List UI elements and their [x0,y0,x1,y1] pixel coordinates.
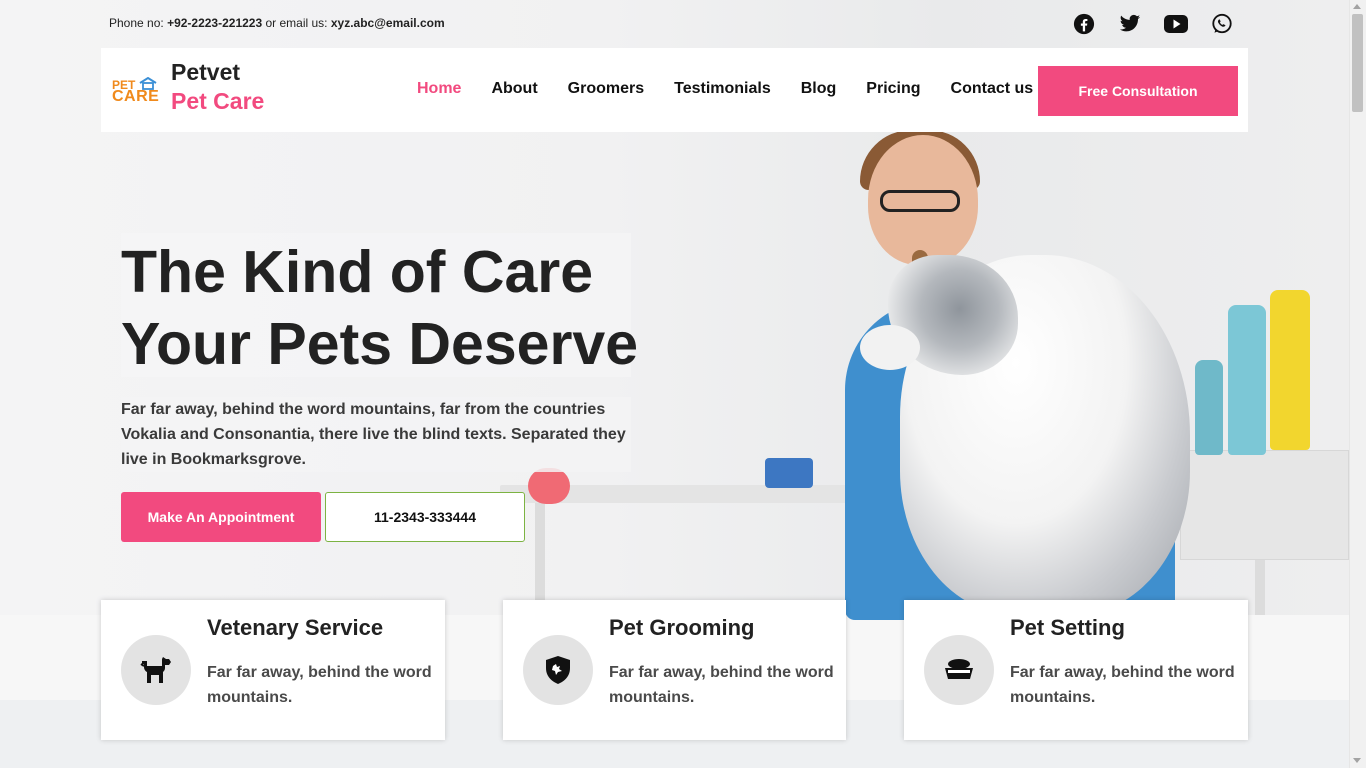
twitter-icon[interactable] [1118,12,1142,36]
cabinet [1180,450,1349,560]
bottle [1228,305,1266,455]
nav-home[interactable]: Home [417,80,461,98]
main-nav: Home About Groomers Testimonials Blog Pr… [417,80,1033,98]
pet-toy [765,458,813,488]
service-text: Far far away, behind the word mountains. [609,664,834,706]
scroll-down-arrow-icon[interactable] [1353,758,1361,763]
service-icon-circle [523,635,593,705]
hero-description: Far far away, behind the word mountains,… [121,401,626,468]
free-consultation-button[interactable]: Free Consultation [1038,66,1238,116]
service-text: Far far away, behind the word mountains. [1010,664,1235,706]
phone-button[interactable]: 11-2343-333444 [325,492,525,542]
shield-paw-icon [546,656,570,684]
hero-headline: The Kind of Care Your Pets Deserve [121,236,641,380]
logo-text-bottom: CARE [112,88,160,105]
headline-line-2: Your Pets Deserve [121,311,639,377]
nav-about[interactable]: About [491,80,537,98]
scroll-up-arrow-icon[interactable] [1353,4,1361,9]
youtube-icon[interactable] [1164,12,1188,36]
nav-contact[interactable]: Contact us [951,80,1034,98]
pet-bowl-icon [945,659,973,679]
email-label: or email us: [262,16,331,30]
make-appointment-button[interactable]: Make An Appointment [121,492,321,542]
service-title: Pet Setting [1010,615,1125,640]
email-address[interactable]: xyz.abc@email.com [331,16,445,30]
service-icon-circle [121,635,191,705]
dog-icon [140,657,171,683]
bottle [1195,360,1223,455]
contact-bar: Phone no: +92-2223-221223 or email us: x… [109,16,445,30]
dog-snout [860,325,920,370]
table-leg [535,503,545,615]
nav-groomers[interactable]: Groomers [568,80,644,98]
service-text: Far far away, behind the word mountains. [207,664,432,706]
scrollbar-track[interactable] [1349,0,1366,768]
social-links [1072,12,1234,36]
phone-label: Phone no: [109,16,168,30]
headline-line-1: The Kind of Care [121,239,594,305]
brand-name[interactable]: Petvet [171,59,240,86]
bottle [1270,290,1310,450]
site-header: PET CARE Petvet Pet Care Home About Groo… [101,48,1248,132]
service-card-veterinary[interactable]: Vetenary Service Far far away, behind th… [101,600,445,740]
facebook-icon[interactable] [1072,12,1096,36]
glasses [880,190,960,212]
service-title: Vetenary Service [207,615,384,640]
service-title: Pet Grooming [609,615,755,640]
service-card-pet-setting[interactable]: Pet Setting Far far away, behind the wor… [904,600,1248,740]
brand-tagline[interactable]: Pet Care [171,88,264,115]
service-card-grooming[interactable]: Pet Grooming Far far away, behind the wo… [503,600,846,740]
logo[interactable]: PET CARE [112,77,160,106]
phone-number[interactable]: +92-2223-221223 [167,16,262,30]
scrollbar-thumb[interactable] [1352,14,1363,112]
nav-blog[interactable]: Blog [801,80,837,98]
nav-pricing[interactable]: Pricing [866,80,920,98]
whatsapp-icon[interactable] [1210,12,1234,36]
nav-testimonials[interactable]: Testimonials [674,80,771,98]
service-icon-circle [924,635,994,705]
pet-toy [528,468,570,504]
